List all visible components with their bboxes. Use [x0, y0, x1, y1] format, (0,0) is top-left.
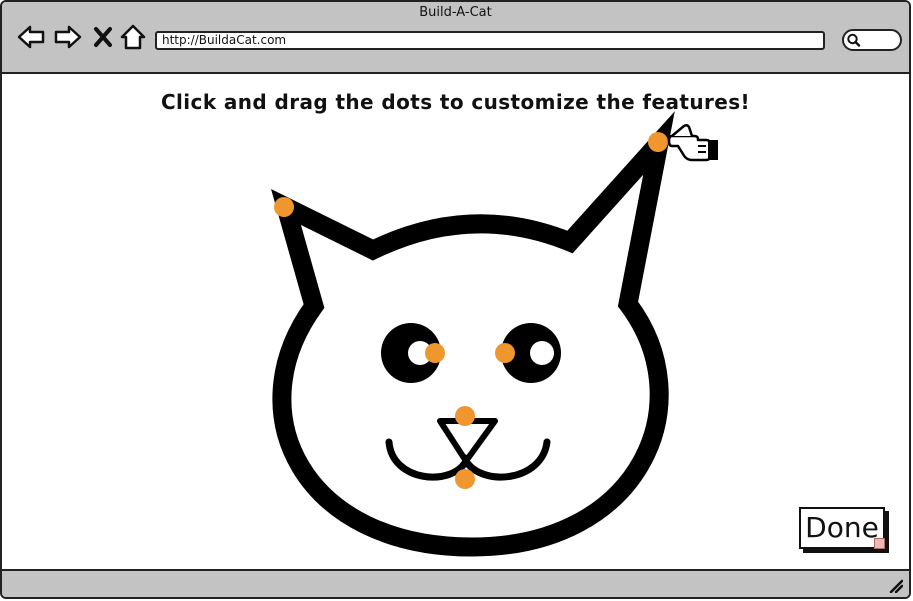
nose-handle[interactable] — [455, 406, 475, 426]
browser-window: Build-A-Cat http://BuildaCat.com Click a… — [0, 0, 911, 599]
left-eye-handle[interactable] — [425, 343, 445, 363]
done-button[interactable]: Done — [799, 507, 885, 549]
mouth-handle[interactable] — [455, 469, 475, 489]
resize-grip-icon[interactable] — [889, 579, 903, 593]
link-icon — [874, 538, 885, 549]
done-button-label: Done — [805, 511, 879, 544]
cat-canvas[interactable] — [2, 2, 911, 599]
pointing-hand-icon — [667, 123, 718, 162]
right-eye-handle[interactable] — [495, 343, 515, 363]
right-ear-handle[interactable] — [648, 132, 668, 152]
left-ear-handle[interactable] — [274, 197, 294, 217]
status-bar — [2, 569, 909, 597]
cat-nose — [437, 418, 498, 464]
